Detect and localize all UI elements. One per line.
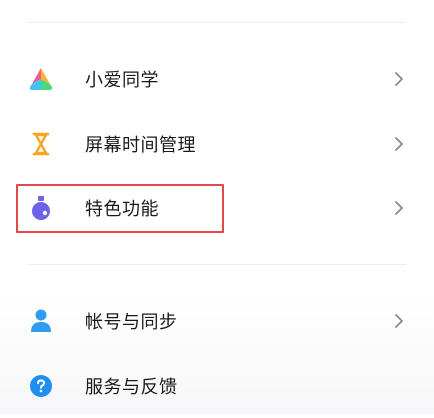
menu-item-screen-time[interactable]: 屏幕时间管理	[0, 112, 434, 176]
menu-item-label: 服务与反馈	[85, 377, 178, 398]
section-divider	[28, 264, 406, 265]
person-icon	[28, 308, 54, 334]
menu-item-featured[interactable]: 特色功能	[0, 176, 434, 240]
chevron-right-icon	[392, 199, 406, 217]
top-divider	[28, 22, 406, 23]
chevron-right-icon	[392, 312, 406, 330]
chevron-right-icon	[392, 135, 406, 153]
menu-item-service-feedback[interactable]: 服务与反馈	[0, 354, 434, 418]
settings-page: 小爱同学 屏幕时间管理 特色功能 帐号与同步 服务与反馈	[0, 0, 434, 414]
menu-item-label: 特色功能	[85, 199, 159, 220]
xiaoai-icon	[28, 66, 54, 92]
menu-item-xiaoai[interactable]: 小爱同学	[0, 47, 434, 111]
flask-icon	[28, 195, 54, 221]
menu-item-label: 屏幕时间管理	[85, 135, 196, 156]
help-icon	[28, 373, 54, 399]
menu-item-label: 帐号与同步	[85, 312, 178, 333]
menu-item-label: 小爱同学	[85, 70, 159, 91]
menu-item-account-sync[interactable]: 帐号与同步	[0, 289, 434, 353]
hourglass-icon	[28, 131, 54, 157]
chevron-right-icon	[392, 70, 406, 88]
